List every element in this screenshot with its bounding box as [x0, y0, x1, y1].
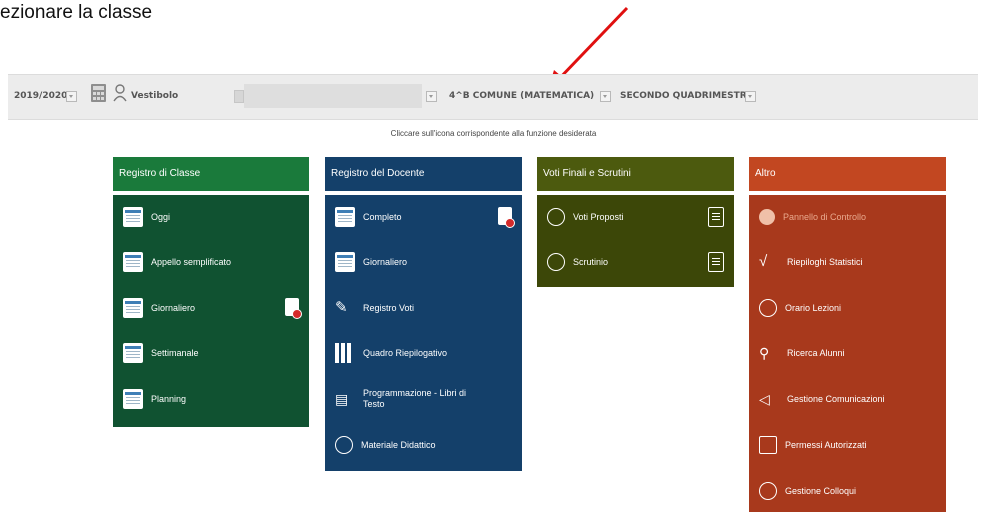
menu-item-label: Appello semplificato	[151, 256, 232, 267]
users-icon	[547, 253, 565, 271]
top-bar: 2019/2020 Vestibolo 4^B COMUNE (MATEMATI…	[8, 74, 978, 120]
menu-item-label: Programmazione - Libri di Testo	[363, 388, 467, 409]
hidden-field	[244, 84, 422, 108]
panel-title: Voti Finali e Scrutini	[537, 157, 734, 195]
period-dropdown-icon[interactable]	[600, 91, 611, 102]
menu-item-label: Settimanale	[151, 347, 199, 358]
panel-title: Altro	[749, 157, 946, 195]
menu-item-label: Gestione Colloqui	[785, 485, 857, 496]
class-dropdown-icon[interactable]	[426, 91, 437, 102]
menu-item-label: Giornaliero	[151, 302, 196, 313]
menu-item-oggi[interactable]: Oggi	[113, 199, 309, 235]
menu-item-label: Giornaliero	[363, 256, 408, 267]
document-icon[interactable]	[708, 207, 724, 227]
panel-registro-classe: Registro di Classe Oggi Appello semplifi…	[113, 157, 309, 427]
instruction-text: Cliccare sull'icona corrispondente alla …	[390, 129, 597, 138]
field-marker	[234, 90, 244, 103]
menu-item-completo[interactable]: Completo	[325, 199, 522, 235]
gear-icon	[759, 209, 775, 225]
register-icon	[335, 207, 355, 227]
year-dropdown-icon[interactable]	[66, 91, 77, 102]
menu-item-comunicazioni[interactable]: ◁ Gestione Comunicazioni	[749, 381, 946, 417]
menu-item-label: Planning	[151, 393, 187, 404]
menu-item-planning[interactable]: Planning	[113, 381, 309, 417]
document-icon[interactable]	[708, 252, 724, 272]
menu-item-voti-proposti[interactable]: Voti Proposti	[537, 199, 734, 235]
period-select[interactable]: SECONDO QUADRIMESTRE	[620, 91, 753, 101]
menu-item-permessi[interactable]: Permessi Autorizzati	[749, 427, 946, 463]
calendar-icon	[335, 252, 355, 272]
clock-icon	[759, 299, 777, 317]
menu-item-label: Quadro Riepilogativo	[363, 347, 448, 358]
menu-item-pannello-controllo: Pannello di Controllo	[749, 199, 946, 235]
menu-item-label: Ricerca Alunni	[787, 347, 845, 358]
menu-item-label: Materiale Didattico	[361, 439, 436, 450]
panel-altro: Altro Pannello di Controllo √ Riepiloghi…	[749, 157, 946, 512]
menu-item-label: Oggi	[151, 211, 171, 222]
menu-item-label: Voti Proposti	[573, 211, 624, 222]
menu-item-label: Scrutinio	[573, 256, 609, 267]
calculator-icon[interactable]	[90, 83, 107, 103]
menu-item-giornaliero[interactable]: Giornaliero	[113, 290, 309, 326]
permission-icon	[759, 436, 777, 454]
class-select[interactable]: 4^B COMUNE (MATEMATICA)	[449, 91, 594, 101]
menu-item-giornaliero[interactable]: Giornaliero	[325, 244, 522, 280]
search-user-icon: ⚲	[759, 345, 770, 361]
menu-item-appello[interactable]: Appello semplificato	[113, 244, 309, 280]
menu-item-label: Pannello di Controllo	[783, 211, 867, 222]
calendar-day-icon	[123, 207, 143, 227]
planning-icon	[123, 389, 143, 409]
bar-chart-icon	[335, 343, 355, 363]
menu-item-label: Permessi Autorizzati	[785, 439, 867, 450]
panel-title: Registro di Classe	[113, 157, 309, 195]
panel-voti-finali: Voti Finali e Scrutini Voti Proposti Scr…	[537, 157, 734, 287]
menu-item-materiale[interactable]: Materiale Didattico	[325, 427, 522, 463]
user-icon	[547, 208, 565, 226]
menu-item-scrutinio[interactable]: Scrutinio	[537, 244, 734, 280]
material-icon	[335, 436, 353, 454]
menu-item-colloqui[interactable]: Gestione Colloqui	[749, 473, 946, 509]
calendar-week-icon	[123, 343, 143, 363]
menu-item-ricerca-alunni[interactable]: ⚲ Ricerca Alunni	[749, 335, 946, 371]
panel-title: Registro del Docente	[325, 157, 522, 195]
menu-item-label: Registro Voti	[363, 302, 415, 313]
menu-item-label: Riepiloghi Statistici	[787, 256, 863, 267]
menu-item-settimanale[interactable]: Settimanale	[113, 335, 309, 371]
checklist-icon	[123, 252, 143, 272]
period-dropdown-end-icon[interactable]	[745, 91, 756, 102]
user-label[interactable]: Vestibolo	[131, 91, 178, 101]
menu-item-orario[interactable]: Orario Lezioni	[749, 290, 946, 326]
books-icon: ▤	[335, 391, 349, 407]
statistics-icon: √	[759, 253, 768, 270]
megaphone-icon: ◁	[759, 391, 770, 407]
menu-item-quadro[interactable]: Quadro Riepilogativo	[325, 335, 522, 371]
calendar-icon	[123, 298, 143, 318]
menu-item-label: Gestione Comunicazioni	[787, 393, 885, 404]
panel-registro-docente: Registro del Docente Completo Giornalier…	[325, 157, 522, 471]
grades-icon: ✎	[335, 299, 348, 316]
meeting-icon	[759, 482, 777, 500]
menu-item-label: Completo	[363, 211, 402, 222]
menu-item-programmazione[interactable]: ▤ Programmazione - Libri di Testo	[325, 381, 522, 417]
page-caption: ezionare la classe	[0, 2, 153, 23]
user-icon[interactable]	[112, 84, 128, 102]
menu-item-riepiloghi[interactable]: √ Riepiloghi Statistici	[749, 244, 946, 280]
menu-item-label: Orario Lezioni	[785, 302, 842, 313]
print-icon[interactable]	[498, 207, 515, 228]
menu-item-registro-voti[interactable]: ✎ Registro Voti	[325, 290, 522, 326]
print-icon[interactable]	[285, 298, 302, 319]
school-year-select[interactable]: 2019/2020	[14, 91, 67, 101]
